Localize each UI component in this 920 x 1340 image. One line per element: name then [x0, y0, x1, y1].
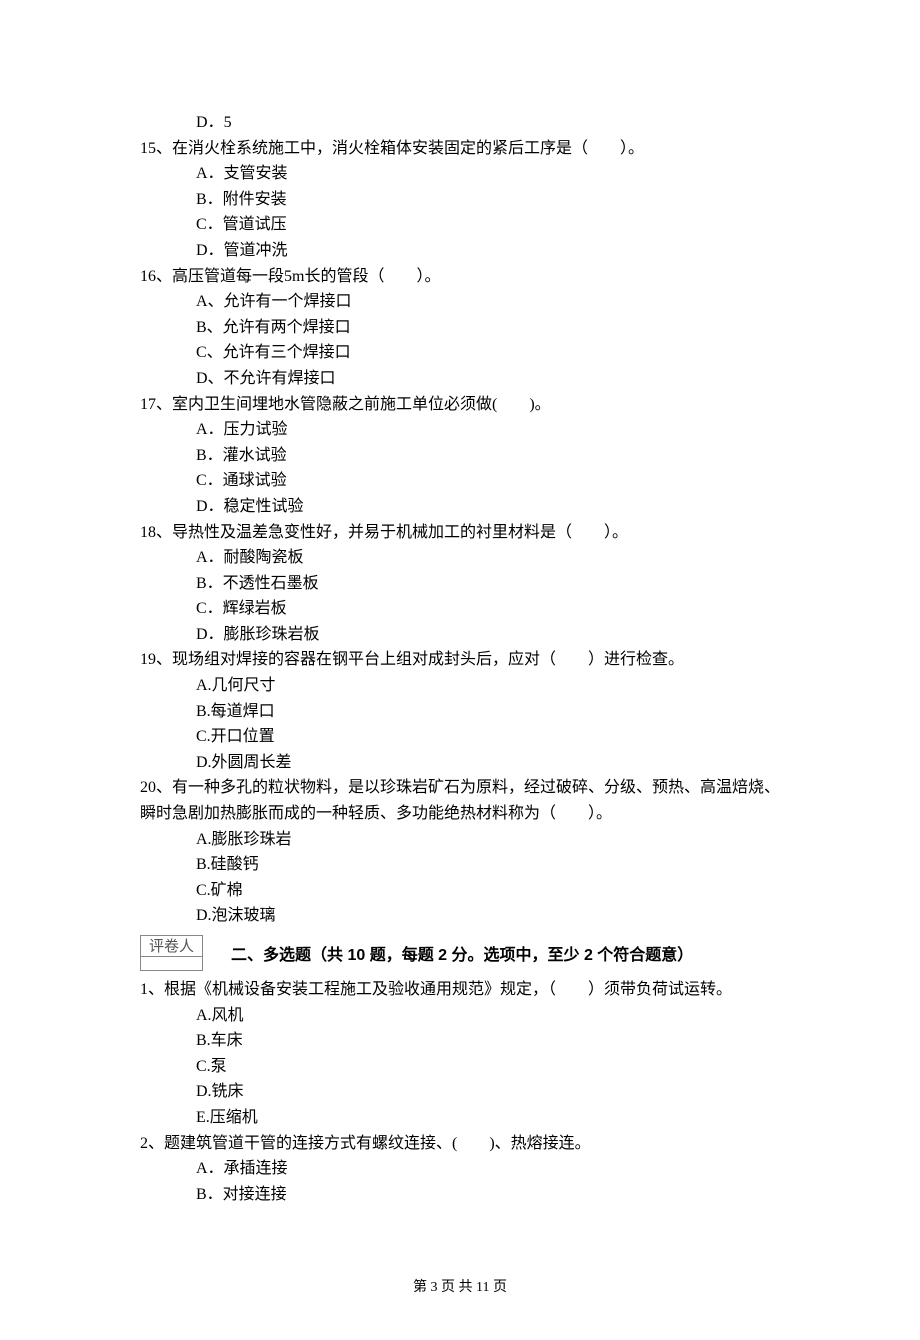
grader-box: 评卷人 — [140, 935, 203, 971]
q15-option-c: C．管道试压 — [196, 212, 780, 238]
q15-stem: 15、在消火栓系统施工中，消火栓箱体安装固定的紧后工序是（ ）。 — [140, 136, 780, 162]
q16-option-a: A、允许有一个焊接口 — [196, 289, 780, 315]
q19-stem: 19、现场组对焊接的容器在钢平台上组对成封头后，应对（ ）进行检查。 — [140, 647, 780, 673]
q15-option-d: D．管道冲洗 — [196, 238, 780, 264]
q16-option-c: C、允许有三个焊接口 — [196, 340, 780, 366]
q15-option-a: A．支管安装 — [196, 161, 780, 187]
q20-option-d: D.泡沫玻璃 — [196, 903, 780, 929]
q18-option-c: C．辉绿岩板 — [196, 596, 780, 622]
mq2-option-a: A．承插连接 — [196, 1156, 780, 1182]
q17-option-b: B．灌水试验 — [196, 443, 780, 469]
q19-option-c: C.开口位置 — [196, 724, 780, 750]
mq2-option-b: B．对接连接 — [196, 1182, 780, 1208]
q14-d-text: 5 — [224, 114, 232, 131]
q18-stem: 18、导热性及温差急变性好，并易于机械加工的衬里材料是（ ）。 — [140, 520, 780, 546]
mq1-option-c: C.泵 — [196, 1054, 780, 1080]
q15-option-b: B．附件安装 — [196, 187, 780, 213]
q14-option-d: D．5 — [196, 110, 780, 136]
q18-option-b: B．不透性石墨板 — [196, 571, 780, 597]
q17-option-d: D．稳定性试验 — [196, 494, 780, 520]
grader-label: 评卷人 — [140, 935, 203, 957]
q19-option-d: D.外圆周长差 — [196, 750, 780, 776]
q20-stem-line2: 瞬时急剧加热膨胀而成的一种轻质、多功能绝热材料称为（ ）。 — [140, 801, 780, 827]
q20-option-c: C.矿棉 — [196, 878, 780, 904]
q20-option-b: B.硅酸钙 — [196, 852, 780, 878]
q17-stem: 17、室内卫生间埋地水管隐蔽之前施工单位必须做( )。 — [140, 392, 780, 418]
q17-option-c: C．通球试验 — [196, 468, 780, 494]
q16-option-d: D、不允许有焊接口 — [196, 366, 780, 392]
page-footer: 第 3 页 共 11 页 — [140, 1277, 780, 1299]
section-2-title: 二、多选题（共 10 题，每题 2 分。选项中，至少 2 个符合题意） — [231, 943, 693, 971]
mq1-option-a: A.风机 — [196, 1003, 780, 1029]
q19-option-b: B.每道焊口 — [196, 699, 780, 725]
q16-option-b: B、允许有两个焊接口 — [196, 315, 780, 341]
mq2-stem: 2、题建筑管道干管的连接方式有螺纹连接、( )、热熔接连。 — [140, 1131, 780, 1157]
mq1-stem: 1、根据《机械设备安装工程施工及验收通用规范》规定，（ ）须带负荷试运转。 — [140, 977, 780, 1003]
mq1-option-d: D.铣床 — [196, 1079, 780, 1105]
section-2-header: 评卷人 二、多选题（共 10 题，每题 2 分。选项中，至少 2 个符合题意） — [140, 931, 780, 971]
mq1-option-e: E.压缩机 — [196, 1105, 780, 1131]
grader-blank — [140, 957, 203, 971]
mq1-option-b: B.车床 — [196, 1028, 780, 1054]
q14-d-label: D． — [196, 114, 224, 131]
q19-option-a: A.几何尺寸 — [196, 673, 780, 699]
q16-stem: 16、高压管道每一段5m长的管段（ ）。 — [140, 264, 780, 290]
q17-option-a: A．压力试验 — [196, 417, 780, 443]
q18-option-a: A．耐酸陶瓷板 — [196, 545, 780, 571]
q20-option-a: A.膨胀珍珠岩 — [196, 827, 780, 853]
q18-option-d: D．膨胀珍珠岩板 — [196, 622, 780, 648]
q20-stem-line1: 20、有一种多孔的粒状物料，是以珍珠岩矿石为原料，经过破碎、分级、预热、高温焙烧… — [140, 775, 780, 801]
